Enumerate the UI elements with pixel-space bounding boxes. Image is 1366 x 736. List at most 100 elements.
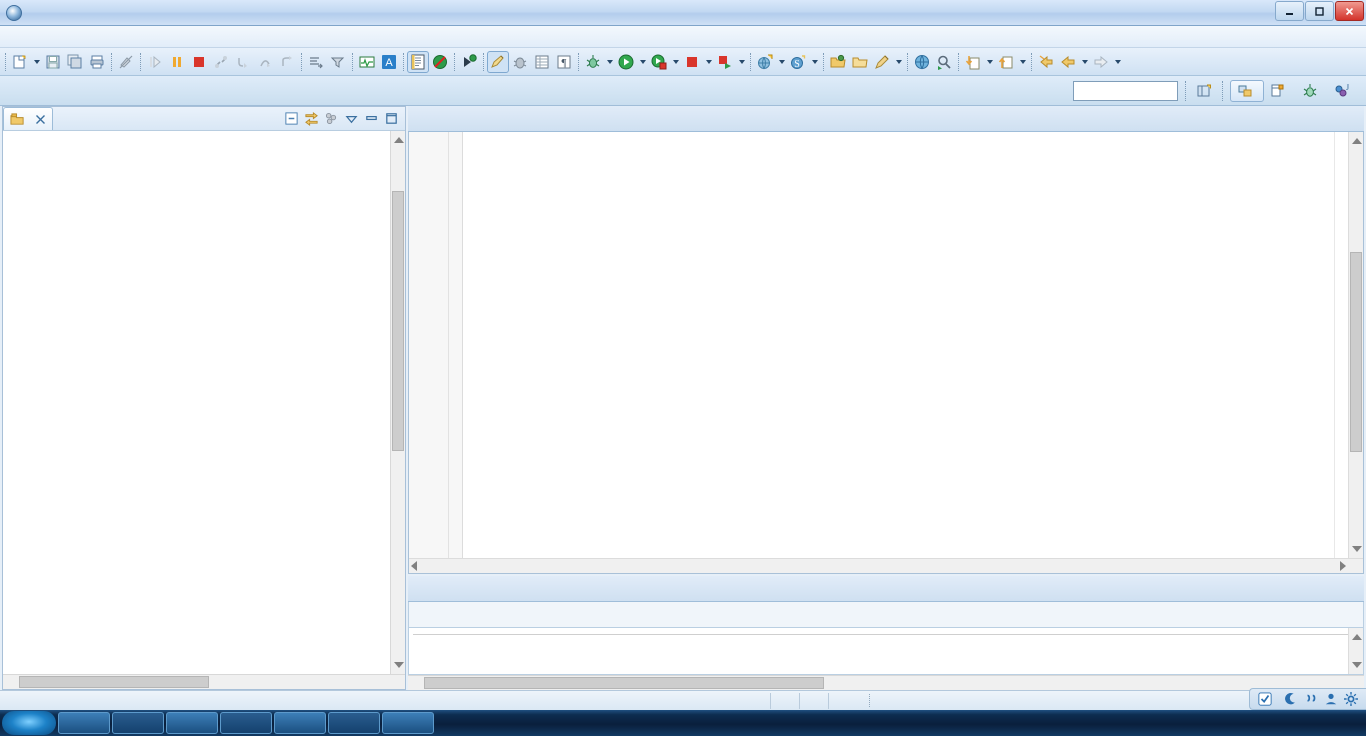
menu-edit[interactable] <box>22 35 38 39</box>
new-icon[interactable] <box>9 51 31 73</box>
view-menu-icon[interactable] <box>343 110 360 127</box>
project-tree[interactable] <box>3 131 405 674</box>
taskbar-item[interactable] <box>220 712 272 734</box>
scroll-down-arrow[interactable] <box>1352 662 1362 668</box>
annotation-icon[interactable]: A <box>378 51 400 73</box>
taskbar-item[interactable] <box>328 712 380 734</box>
link-with-editor-icon[interactable] <box>303 110 320 127</box>
generate-icon[interactable] <box>458 51 480 73</box>
pilcrow-icon[interactable]: ¶ <box>553 51 575 73</box>
maximize-icon[interactable] <box>383 110 400 127</box>
new-web-project-icon[interactable] <box>754 51 776 73</box>
chevron-down-icon[interactable] <box>670 51 681 73</box>
taskbar-item[interactable] <box>382 712 434 734</box>
ime-moon-icon[interactable] <box>1284 692 1298 706</box>
restore-perspective-icon[interactable] <box>1193 80 1215 102</box>
coverage-icon[interactable] <box>648 51 670 73</box>
step-return-icon[interactable] <box>276 51 298 73</box>
previous-annotation-icon[interactable] <box>962 51 984 73</box>
menu-search[interactable] <box>86 35 102 39</box>
chevron-down-icon[interactable] <box>893 51 904 73</box>
editor-horizontal-scrollbar[interactable] <box>409 558 1363 573</box>
minimize-button[interactable] <box>1275 1 1304 21</box>
open-task-icon[interactable] <box>305 51 327 73</box>
overview-ruler[interactable] <box>1334 132 1348 558</box>
chevron-down-icon[interactable] <box>776 51 787 73</box>
code-editor[interactable] <box>408 132 1364 574</box>
edit-marker-icon[interactable] <box>487 50 509 73</box>
menu-navigate[interactable] <box>70 35 86 39</box>
maximize-button[interactable] <box>1305 1 1334 21</box>
open-browser-icon[interactable] <box>911 51 933 73</box>
run-external-tool-icon[interactable] <box>714 51 736 73</box>
disconnect-icon[interactable] <box>210 51 232 73</box>
toggle-breakpoint-icon[interactable] <box>407 50 429 73</box>
print-icon[interactable] <box>86 51 108 73</box>
debug-icon[interactable] <box>582 51 604 73</box>
chevron-down-icon[interactable] <box>736 51 747 73</box>
scroll-left-arrow[interactable] <box>411 561 417 571</box>
scroll-right-arrow[interactable] <box>1340 561 1346 571</box>
scroll-up-arrow[interactable] <box>394 137 404 143</box>
tree-vertical-scrollbar[interactable] <box>390 131 405 674</box>
chevron-down-icon[interactable] <box>984 51 995 73</box>
chevron-down-icon[interactable] <box>1079 51 1090 73</box>
taskbar-item[interactable] <box>166 712 218 734</box>
console-output[interactable] <box>408 628 1364 675</box>
scroll-thumb[interactable] <box>19 676 209 688</box>
bug-icon[interactable] <box>509 51 531 73</box>
menu-refactor[interactable] <box>54 35 70 39</box>
profile-icon[interactable] <box>356 51 378 73</box>
run-icon[interactable] <box>615 51 637 73</box>
menu-help[interactable] <box>150 35 166 39</box>
taskbar-item[interactable] <box>274 712 326 734</box>
perspective-team-synchronizing[interactable] <box>1264 81 1296 101</box>
open-resource-icon[interactable] <box>849 51 871 73</box>
menu-window[interactable] <box>134 35 150 39</box>
perspective-java[interactable]: J <box>1328 81 1360 101</box>
tab-project-explorer[interactable] <box>3 107 53 130</box>
scroll-down-arrow[interactable] <box>394 662 404 668</box>
table-icon[interactable] <box>531 51 553 73</box>
suspend-icon[interactable] <box>166 51 188 73</box>
ime-settings-icon[interactable] <box>1344 692 1358 706</box>
skip-breakpoints-icon[interactable] <box>429 51 451 73</box>
resume-icon[interactable] <box>144 51 166 73</box>
close-button[interactable] <box>1335 1 1364 21</box>
menu-source[interactable] <box>38 35 54 39</box>
mark-occurrences-icon[interactable] <box>115 51 137 73</box>
back-icon[interactable] <box>1035 51 1057 73</box>
focus-on-active-task-icon[interactable] <box>323 110 340 127</box>
quick-fix-icon[interactable] <box>871 51 893 73</box>
perspective-java-ee[interactable] <box>1230 79 1264 102</box>
chevron-down-icon[interactable] <box>1112 51 1123 73</box>
task-filter-icon[interactable] <box>327 51 349 73</box>
editor-vertical-scrollbar[interactable] <box>1348 132 1363 558</box>
next-arrow-icon[interactable] <box>1090 51 1112 73</box>
console-vertical-scrollbar[interactable] <box>1348 628 1363 674</box>
ime-status-icon[interactable] <box>1258 692 1272 706</box>
close-icon[interactable] <box>35 114 46 125</box>
chevron-down-icon[interactable] <box>31 51 42 73</box>
ime-punctuation-icon[interactable] <box>1304 692 1318 706</box>
scroll-thumb[interactable] <box>1350 252 1362 452</box>
scroll-thumb[interactable] <box>392 191 404 451</box>
next-annotation-icon[interactable] <box>995 51 1017 73</box>
save-icon[interactable] <box>42 51 64 73</box>
save-all-icon[interactable] <box>64 51 86 73</box>
new-server-icon[interactable]: S <box>787 51 809 73</box>
search-icon[interactable] <box>933 51 955 73</box>
menu-run[interactable] <box>118 35 134 39</box>
perspective-debug[interactable] <box>1296 81 1328 101</box>
step-over-icon[interactable] <box>254 51 276 73</box>
scroll-up-arrow[interactable] <box>1352 634 1362 640</box>
chevron-down-icon[interactable] <box>703 51 714 73</box>
forward-icon[interactable] <box>1057 51 1079 73</box>
console-horizontal-scrollbar[interactable] <box>408 675 1364 690</box>
taskbar-item[interactable] <box>112 712 164 734</box>
quick-access-input[interactable] <box>1073 80 1178 101</box>
chevron-down-icon[interactable] <box>1017 51 1028 73</box>
folding-ruler[interactable] <box>449 132 463 573</box>
start-button[interactable] <box>2 711 56 735</box>
minimize-icon[interactable] <box>363 110 380 127</box>
